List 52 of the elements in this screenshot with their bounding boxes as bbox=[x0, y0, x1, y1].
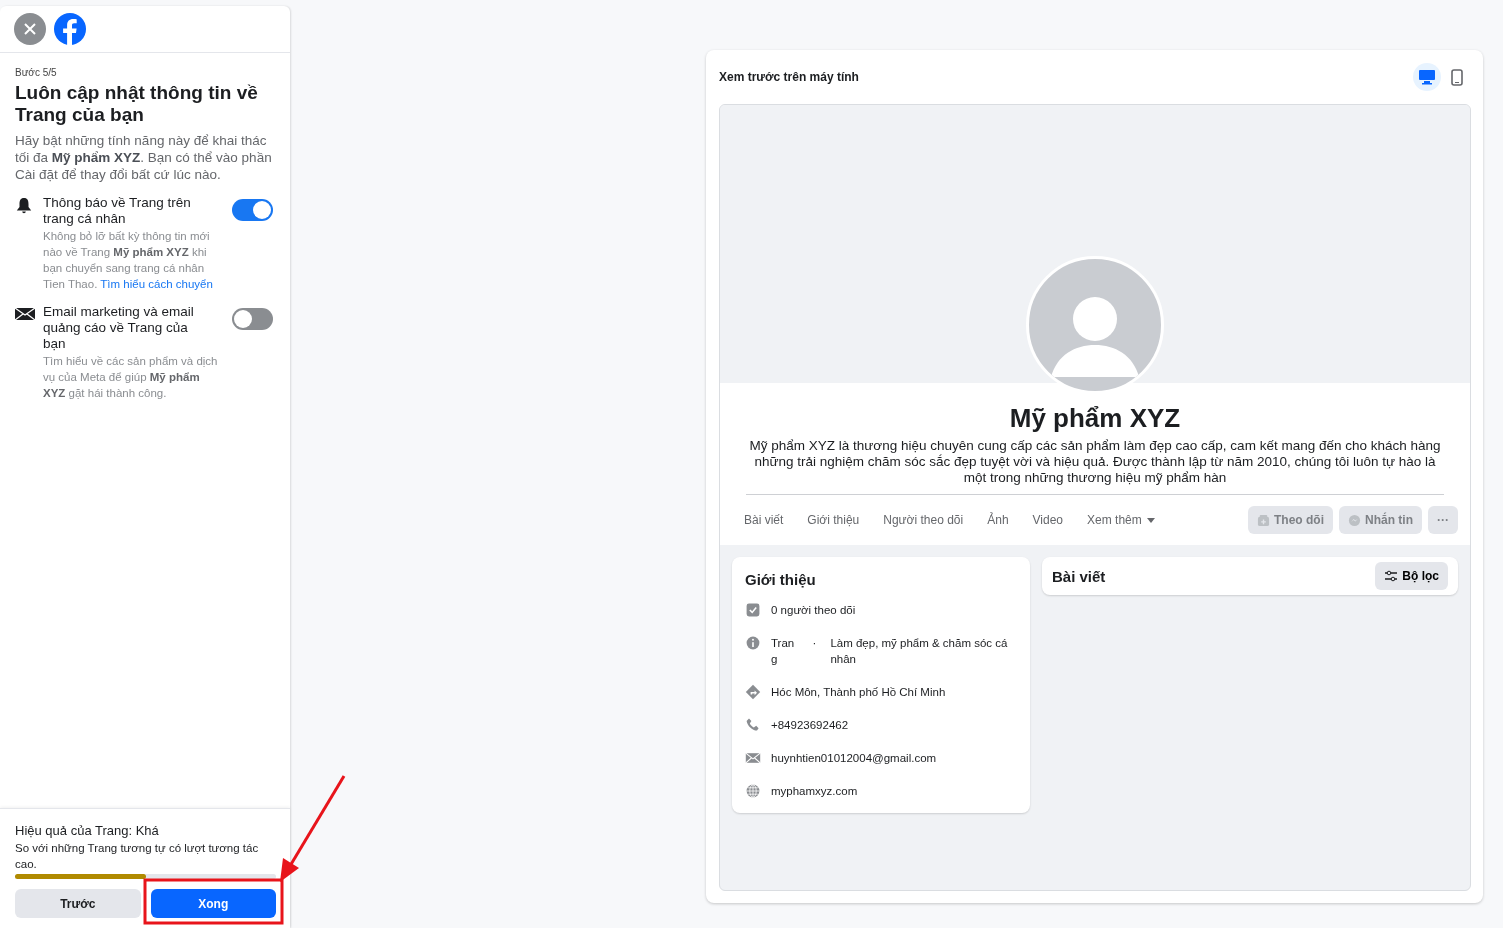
setting-description: Tìm hiểu về các sản phẩm và dịch vụ của Meta để giúp Mỹ phẩm XYZ gặt hái thành công. bbox=[43, 354, 219, 401]
panel-description: Hãy bật những tính năng này để khai thác tối đa Mỹ phẩm XYZ. Bạn có thể vào phần Cài đặt để thay đổi bất cứ lúc nào. bbox=[15, 132, 273, 183]
page-tab[interactable]: Bài viết bbox=[732, 513, 796, 527]
category-value: Làm đẹp, mỹ phẩm & chăm sóc cá nhân bbox=[830, 636, 1009, 667]
page-name: Mỹ phẩm XYZ bbox=[1008, 402, 1182, 434]
intro-detail: huynhtien01012004@gmail.com bbox=[771, 751, 937, 766]
category-label: Trang bbox=[771, 636, 796, 667]
back-button[interactable]: Trước bbox=[15, 889, 141, 918]
setting-description: Không bỏ lỡ bất kỳ thông tin mới nào về Trang Mỹ phẩm XYZ khi bạn chuyển sang trang cá nhân Tien Thao. Tìm hiểu cách chuyển bbox=[43, 229, 214, 292]
preview-title: Xem trước trên máy tính bbox=[719, 70, 859, 84]
info-icon bbox=[745, 635, 761, 651]
posts-title: Bài viết bbox=[1052, 567, 1106, 585]
globe-icon bbox=[745, 783, 761, 799]
messenger-icon bbox=[1348, 513, 1361, 527]
intro-detail: Hóc Môn, Thành phố Hồ Chí Minh bbox=[771, 685, 946, 700]
caret-icon bbox=[1146, 517, 1155, 523]
envelope-icon bbox=[15, 306, 35, 322]
setting-title: Email marketing và email quảng cáo về Trang của bạn bbox=[43, 304, 195, 352]
followers-count: 0 người theo dõi bbox=[771, 603, 856, 618]
filter-button[interactable]: Bộ lọc bbox=[1375, 562, 1448, 590]
performance-title: Hiệu quả của Trang: Khá bbox=[15, 823, 160, 838]
page-tab[interactable]: Video bbox=[1020, 513, 1076, 527]
toggle-switch[interactable] bbox=[232, 308, 273, 330]
step-label: Bước 5/5 bbox=[15, 67, 58, 78]
direction-icon bbox=[745, 684, 761, 700]
desktop-view-button[interactable] bbox=[1413, 63, 1441, 91]
page-tab[interactable]: Xem thêm bbox=[1075, 513, 1167, 527]
toggle-switch[interactable] bbox=[232, 199, 273, 221]
bell-icon bbox=[15, 197, 33, 215]
phone-icon bbox=[1451, 68, 1463, 86]
learn-more-link[interactable]: Tìm hiểu cách chuyển bbox=[100, 278, 213, 290]
setting-title: Thông báo về Trang trên trang cá nhân bbox=[43, 195, 192, 227]
close-button[interactable] bbox=[14, 13, 46, 45]
intro-detail: +84923692462 bbox=[771, 718, 849, 733]
page-bio: Mỹ phẩm XYZ là thương hiệu chuyên cung cấp các sản phẩm làm đẹp cao cấp, cam kết mang đến cho khách hàng những trải nghiệm chăm sóc sắc đẹp tuyệt vời và hiệu quả. Được thành lập từ năm 2010, chúng tôi luôn tự hào là một trong những thương hiệu mỹ phẩm hàn bbox=[746, 438, 1444, 495]
performance-description: So với những Trang tương tự có lượt tương tác cao. bbox=[15, 841, 260, 872]
page-tab[interactable]: Giới thiệu bbox=[795, 513, 872, 527]
checkbox-icon bbox=[745, 602, 761, 618]
envelope-icon bbox=[745, 750, 761, 766]
follow-icon bbox=[1257, 513, 1270, 527]
phone-icon bbox=[745, 717, 761, 733]
facebook-logo-icon bbox=[54, 13, 86, 45]
panel-title: Luôn cập nhật thông tin về Trang của bạn bbox=[15, 82, 259, 126]
sliders-icon bbox=[1384, 570, 1399, 582]
intro-detail: myphamxyz.com bbox=[771, 784, 858, 799]
page-tab[interactable]: Người theo dõi bbox=[871, 513, 976, 527]
done-button[interactable]: Xong bbox=[150, 889, 276, 918]
page-tab[interactable]: Ảnh bbox=[975, 513, 1021, 527]
close-icon bbox=[23, 22, 37, 36]
monitor-icon bbox=[1418, 69, 1436, 85]
separator-dot: · bbox=[812, 636, 817, 651]
intro-title: Giới thiệu bbox=[745, 571, 817, 588]
